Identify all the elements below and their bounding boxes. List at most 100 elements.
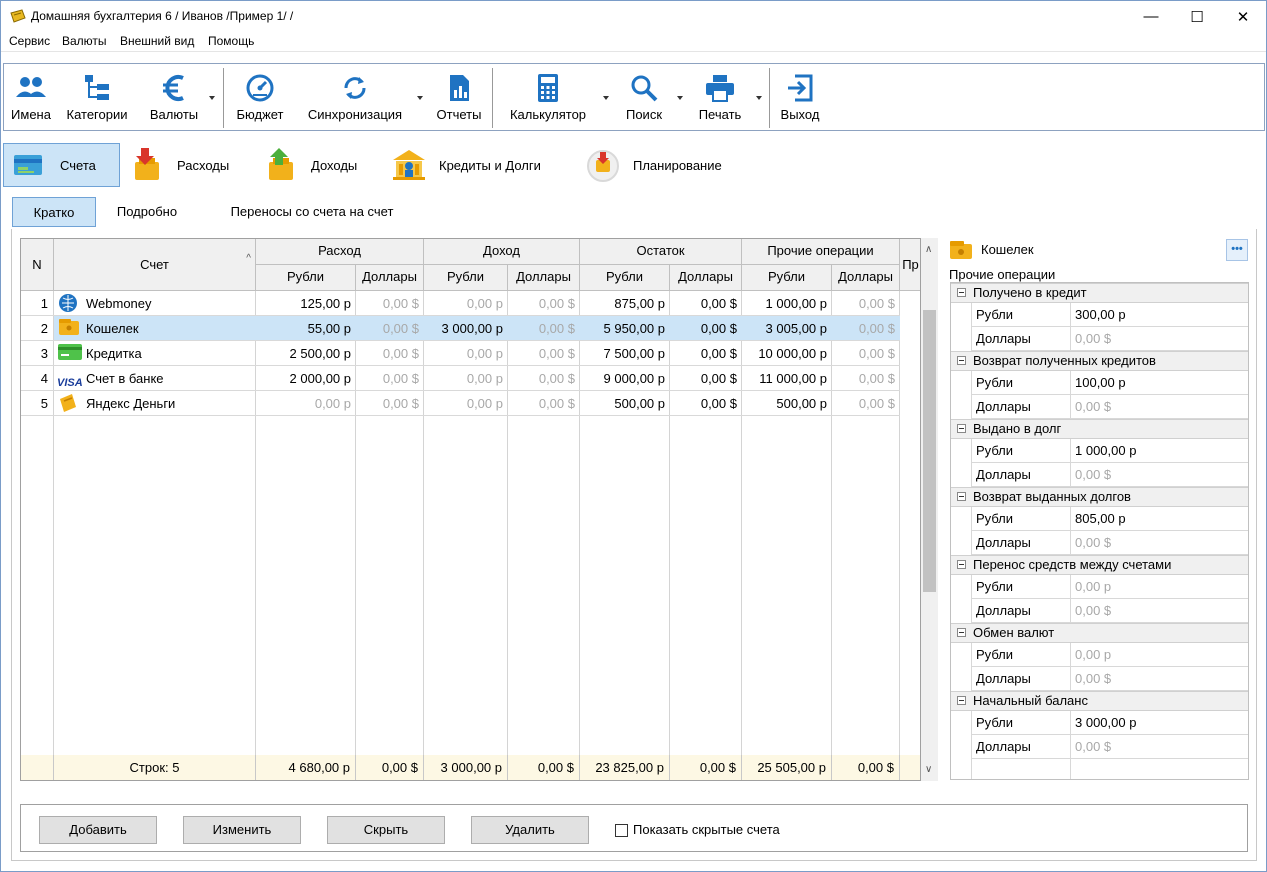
account-name-cell[interactable]: Яндекс Деньги	[54, 391, 255, 416]
cell-other-usd[interactable]: 0,00 $	[832, 391, 900, 416]
scroll-down-icon[interactable]: ∨	[925, 764, 932, 775]
cell-balance-usd[interactable]: 0,00 $	[670, 341, 742, 366]
menu-currencies[interactable]: Валюты	[62, 34, 107, 48]
menu-appearance[interactable]: Внешний вид	[120, 34, 194, 48]
toolbar-names-button[interactable]: Имена	[6, 64, 56, 130]
cell-balance-rub[interactable]: 5 950,00 р	[580, 316, 670, 341]
account-name-cell[interactable]: Webmoney	[54, 291, 255, 316]
toolbar-currencies-button[interactable]: Валюты	[142, 64, 206, 130]
cell-balance-rub[interactable]: 7 500,00 р	[580, 341, 670, 366]
cell-expense-rub[interactable]: 2 000,00 р	[256, 366, 356, 391]
maximize-button[interactable]: ☐	[1174, 1, 1220, 32]
cell-expense-usd[interactable]: 0,00 $	[356, 316, 424, 341]
cell-balance-usd[interactable]: 0,00 $	[670, 291, 742, 316]
operation-rub-row[interactable]: Рубли 1 000,00 р	[971, 439, 1248, 463]
operation-rub-row[interactable]: Рубли 805,00 р	[971, 507, 1248, 531]
calculator-dropdown-arrow[interactable]	[603, 96, 609, 100]
cell-expense-rub[interactable]: 2 500,00 р	[256, 341, 356, 366]
cell-income-rub[interactable]: 0,00 р	[424, 291, 508, 316]
search-dropdown-arrow[interactable]	[677, 96, 683, 100]
operation-rub-row[interactable]: Рубли 0,00 р	[971, 643, 1248, 667]
edit-button[interactable]: Изменить	[183, 816, 301, 844]
show-hidden-checkbox[interactable]	[615, 824, 628, 837]
collapse-icon[interactable]	[957, 628, 966, 637]
operation-group[interactable]: Получено в кредит	[951, 283, 1248, 303]
cell-expense-usd[interactable]: 0,00 $	[356, 341, 424, 366]
cell-income-rub[interactable]: 0,00 р	[424, 391, 508, 416]
account-name-cell[interactable]: Кошелек	[54, 316, 255, 341]
cell-income-usd[interactable]: 0,00 $	[508, 391, 580, 416]
column-header-other-rub[interactable]: Рубли	[742, 265, 832, 291]
operation-usd-row[interactable]: Доллары 0,00 $	[971, 599, 1248, 623]
cell-other-usd[interactable]: 0,00 $	[832, 366, 900, 391]
cell-expense-rub[interactable]: 0,00 р	[256, 391, 356, 416]
operation-rub-row[interactable]: Рубли 3 000,00 р	[971, 711, 1248, 735]
cell-balance-rub[interactable]: 9 000,00 р	[580, 366, 670, 391]
cell-expense-rub[interactable]: 125,00 р	[256, 291, 356, 316]
cell-income-usd[interactable]: 0,00 $	[508, 291, 580, 316]
column-header-balance-rub[interactable]: Рубли	[580, 265, 670, 291]
cell-expense-usd[interactable]: 0,00 $	[356, 291, 424, 316]
show-hidden-label[interactable]: Показать скрытые счета	[633, 822, 780, 837]
collapse-icon[interactable]	[957, 696, 966, 705]
operation-usd-row[interactable]: Доллары 0,00 $	[971, 667, 1248, 691]
cell-income-usd[interactable]: 0,00 $	[508, 316, 580, 341]
tab-accounts[interactable]: Счета	[3, 143, 120, 187]
cell-expense-usd[interactable]: 0,00 $	[356, 391, 424, 416]
column-header-balance-usd[interactable]: Доллары	[670, 265, 742, 291]
cell-income-usd[interactable]: 0,00 $	[508, 341, 580, 366]
cell-other-usd[interactable]: 0,00 $	[832, 316, 900, 341]
column-header-expense-usd[interactable]: Доллары	[356, 265, 424, 291]
menu-service[interactable]: Сервис	[9, 34, 50, 48]
cell-income-rub[interactable]: 3 000,00 р	[424, 316, 508, 341]
account-name-cell[interactable]: VISA Счет в банке	[54, 366, 255, 391]
toolbar-sync-button[interactable]: Синхронизация	[300, 64, 410, 130]
hide-button[interactable]: Скрыть	[327, 816, 445, 844]
collapse-icon[interactable]	[957, 560, 966, 569]
toolbar-print-button[interactable]: Печать	[690, 64, 750, 130]
operation-usd-row[interactable]: Доллары 0,00 $	[971, 327, 1248, 351]
tab-detailed[interactable]: Подробно	[105, 197, 189, 227]
more-options-button[interactable]: •••	[1226, 239, 1248, 261]
toolbar-exit-button[interactable]: Выход	[774, 64, 826, 130]
operation-group[interactable]: Возврат выданных долгов	[951, 487, 1248, 507]
column-header-n[interactable]: N	[21, 239, 54, 291]
operation-usd-row[interactable]: Доллары 0,00 $	[971, 735, 1248, 759]
tab-transfers[interactable]: Переносы со счета на счет	[207, 197, 417, 227]
cell-other-rub[interactable]: 500,00 р	[742, 391, 832, 416]
account-name-cell[interactable]: Кредитка	[54, 341, 255, 366]
cell-balance-rub[interactable]: 875,00 р	[580, 291, 670, 316]
toolbar-budget-button[interactable]: Бюджет	[230, 64, 290, 130]
cell-income-rub[interactable]: 0,00 р	[424, 341, 508, 366]
tab-income[interactable]: Доходы	[263, 143, 373, 187]
operation-usd-row[interactable]: Доллары 0,00 $	[971, 531, 1248, 555]
cell-other-usd[interactable]: 0,00 $	[832, 291, 900, 316]
operation-group[interactable]: Перенос средств между счетами	[951, 555, 1248, 575]
cell-balance-usd[interactable]: 0,00 $	[670, 366, 742, 391]
operation-rub-row[interactable]: Рубли 100,00 р	[971, 371, 1248, 395]
cell-balance-rub[interactable]: 500,00 р	[580, 391, 670, 416]
operation-group[interactable]: Выдано в долг	[951, 419, 1248, 439]
add-button[interactable]: Добавить	[39, 816, 157, 844]
sync-dropdown-arrow[interactable]	[417, 96, 423, 100]
cell-expense-rub[interactable]: 55,00 р	[256, 316, 356, 341]
operation-rub-row[interactable]: Рубли 0,00 р	[971, 575, 1248, 599]
column-header-income-usd[interactable]: Доллары	[508, 265, 580, 291]
cell-other-rub[interactable]: 3 005,00 р	[742, 316, 832, 341]
currencies-dropdown-arrow[interactable]	[209, 96, 215, 100]
column-header-account[interactable]: Счет ^	[54, 239, 256, 291]
tab-planning[interactable]: Планирование	[585, 143, 745, 187]
row-number[interactable]: 5	[21, 391, 53, 416]
scrollbar-thumb[interactable]	[923, 310, 936, 592]
column-header-income-rub[interactable]: Рубли	[424, 265, 508, 291]
row-number[interactable]: 2	[21, 316, 53, 341]
collapse-icon[interactable]	[957, 288, 966, 297]
minimize-button[interactable]: —	[1128, 1, 1174, 32]
cell-other-rub[interactable]: 11 000,00 р	[742, 366, 832, 391]
toolbar-search-button[interactable]: Поиск	[616, 64, 672, 130]
menu-help[interactable]: Помощь	[208, 34, 254, 48]
row-number[interactable]: 3	[21, 341, 53, 366]
tab-brief[interactable]: Кратко	[12, 197, 96, 227]
collapse-icon[interactable]	[957, 424, 966, 433]
tab-credits-debts[interactable]: Кредиты и Долги	[391, 143, 571, 187]
